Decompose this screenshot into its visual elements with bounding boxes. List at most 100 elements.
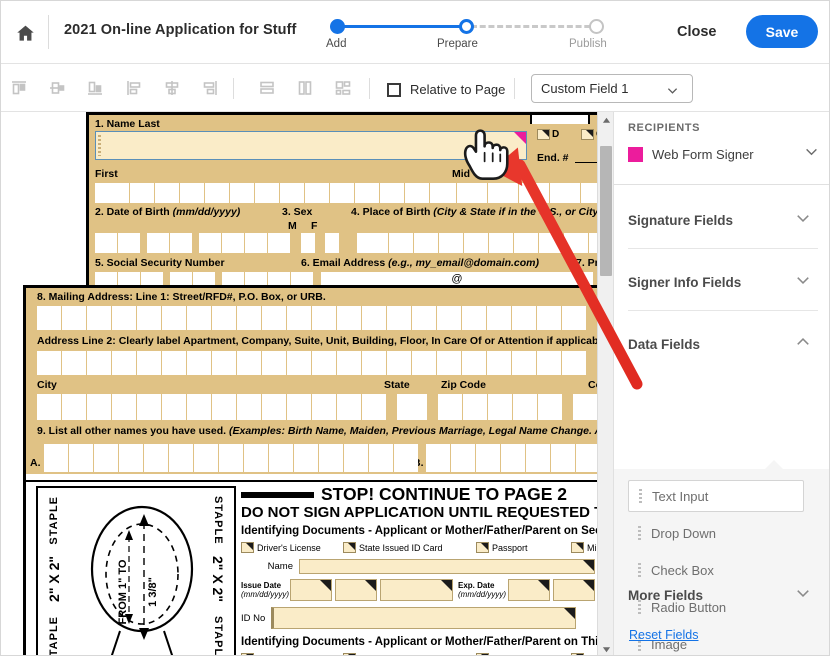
accordion-data-fields[interactable]: Data Fields — [614, 316, 829, 372]
page-title: 2021 On-line Application for Stuff — [64, 22, 297, 38]
checkbox-d-label: D — [552, 129, 560, 140]
accordion-signature-fields[interactable]: Signature Fields — [614, 192, 829, 248]
ssn-label: 5. Social Security Number — [95, 257, 225, 269]
other-names-label: 9. List all other names you have used. (… — [37, 425, 603, 437]
drag-grip-icon — [638, 525, 641, 541]
endorsement-number-label: End. # — [537, 152, 569, 164]
id-option-drivers-license[interactable]: Driver's License — [241, 542, 343, 553]
relative-to-page-label: Relative to Page — [410, 82, 506, 97]
checkbox-icon — [581, 129, 594, 140]
save-button[interactable]: Save — [746, 15, 818, 48]
stop-line: STOP! CONTINUE TO PAGE 2 — [241, 484, 613, 505]
state-label: State — [384, 379, 410, 391]
address-line2-label: Address Line 2: Clearly label Apartment,… — [37, 335, 613, 347]
align-center-vertical-icon[interactable] — [160, 76, 184, 100]
issue-date-day-field[interactable] — [335, 579, 377, 601]
home-icon[interactable] — [13, 21, 37, 45]
id-options-row-second[interactable]: Driver's License State Issued ID Card Pa… — [241, 542, 613, 553]
chevron-down-icon — [796, 273, 810, 292]
stepper-dot-add[interactable] — [330, 19, 345, 34]
city-label: City — [37, 379, 57, 391]
field-item-text-input[interactable]: Text Input — [628, 480, 804, 512]
id-no-field[interactable] — [271, 607, 576, 629]
photo-instructions-block: STAPLE 2" X 2" STAPLE STAPLE 2" X 2" STA… — [26, 480, 613, 656]
recipient-name: Web Form Signer — [652, 146, 754, 162]
stepper-dot-prepare[interactable] — [459, 19, 474, 34]
other-names-cells[interactable]: A. B. — [26, 441, 613, 474]
svg-text:1 3/8": 1 3/8" — [147, 577, 159, 607]
exp-date-month-field[interactable] — [508, 579, 550, 601]
scroll-down-arrow-icon[interactable] — [598, 641, 614, 655]
field-item-drop-down[interactable]: Drop Down — [628, 517, 804, 549]
accordion-more-fields[interactable]: More Fields — [614, 567, 829, 623]
dob-label: 2. Date of Birth (mm/dd/yyyy) — [95, 206, 241, 218]
active-text-field[interactable] — [95, 131, 527, 160]
svg-text:FROM 1" TO: FROM 1" TO — [117, 559, 129, 624]
scroll-up-arrow-icon[interactable] — [598, 112, 614, 128]
scrollbar-thumb[interactable] — [600, 146, 612, 276]
accordion-label: Signer Info Fields — [628, 274, 742, 290]
name-input-field[interactable] — [299, 559, 595, 574]
field-grip-dots-icon — [98, 135, 101, 156]
panel-divider-2 — [628, 248, 818, 249]
staple-label-bottom-right: STAPLE — [212, 616, 224, 656]
stop-rule — [241, 491, 314, 498]
workflow-stepper: Add Prepare Publish — [326, 16, 611, 56]
dob-sex-pob-cells[interactable] — [89, 232, 613, 255]
reset-fields-link[interactable]: Reset Fields — [629, 628, 698, 642]
city-state-zip-cells[interactable] — [26, 393, 613, 421]
first-label: First — [95, 168, 118, 180]
first-middle-label-row: First Mid — [89, 167, 613, 182]
mailing-address-label: 8. Mailing Address: Line 1: Street/RFD#,… — [37, 291, 326, 303]
checkbox-icon — [241, 542, 254, 553]
issue-date-year-field[interactable] — [380, 579, 453, 601]
align-middle-horizontal-icon[interactable] — [45, 76, 69, 100]
checkbox-d[interactable]: D — [537, 129, 559, 140]
toolbar-separator-3 — [514, 78, 515, 99]
custom-field-select[interactable]: Custom Field 1 — [531, 74, 693, 103]
close-button[interactable]: Close — [669, 20, 725, 44]
stop-text: STOP! CONTINUE TO PAGE 2 — [321, 484, 568, 504]
align-top-icon[interactable] — [7, 76, 31, 100]
chevron-down-icon — [796, 211, 810, 230]
field-item-label: Drop Down — [651, 525, 717, 541]
checkbox-icon — [343, 542, 356, 553]
document-canvas[interactable]: 1. Name Last D C End. # — [1, 112, 613, 656]
drag-grip-icon — [639, 488, 642, 504]
mailing-line1-cells[interactable] — [26, 305, 613, 331]
name-field-row: Name — [241, 559, 613, 574]
accordion-signer-info-fields[interactable]: Signer Info Fields — [614, 254, 829, 310]
align-bottom-icon[interactable] — [83, 76, 107, 100]
dob-sex-pob-label-row: 2. Date of Birth (mm/dd/yyyy) 3. Sex 4. … — [89, 204, 613, 220]
panel-divider-3 — [628, 310, 818, 311]
zip-label: Zip Code — [441, 379, 486, 391]
match-height-icon[interactable] — [255, 76, 279, 100]
document-vertical-scrollbar[interactable] — [597, 112, 614, 655]
accordion-label: More Fields — [628, 587, 704, 603]
date-field-row: Issue Date (mm/dd/yyyy) Exp. Date (mm/dd/y… — [241, 579, 613, 601]
city-state-zip-label-row: City State Zip Code Country — [26, 376, 613, 393]
top-bar: 2021 On-line Application for Stuff Add P… — [1, 1, 829, 64]
recipients-heading: RECIPIENTS — [628, 122, 701, 134]
match-width-icon[interactable] — [293, 76, 317, 100]
exp-date-day-field[interactable] — [553, 579, 595, 601]
align-left-icon[interactable] — [122, 76, 146, 100]
issue-date-month-field[interactable] — [290, 579, 332, 601]
recipient-selector[interactable]: Web Form Signer — [628, 145, 818, 163]
relative-to-page-checkbox[interactable]: Relative to Page — [387, 82, 505, 97]
mailing-line2-cells[interactable] — [26, 350, 613, 376]
stepper-label-prepare: Prepare — [437, 38, 478, 50]
match-size-icon[interactable] — [331, 76, 355, 100]
email-label: 6. Email Address (e.g., my_email@domain.… — [301, 257, 540, 269]
id-option-passport[interactable]: Passport — [476, 542, 571, 553]
first-middle-cells[interactable] — [89, 182, 613, 204]
size-label-right: 2" X 2" — [210, 556, 226, 602]
align-right-icon[interactable] — [198, 76, 222, 100]
panel-divider-1 — [614, 184, 829, 185]
accordion-label: Data Fields — [628, 336, 701, 352]
staple-label-bottom-left: STAPLE — [48, 616, 60, 656]
ssn-email-cells[interactable]: @ — [89, 271, 613, 285]
stepper-dot-publish[interactable] — [589, 19, 604, 34]
id-option-state-id[interactable]: State Issued ID Card — [343, 542, 476, 553]
name-field-label: Name — [267, 561, 293, 572]
